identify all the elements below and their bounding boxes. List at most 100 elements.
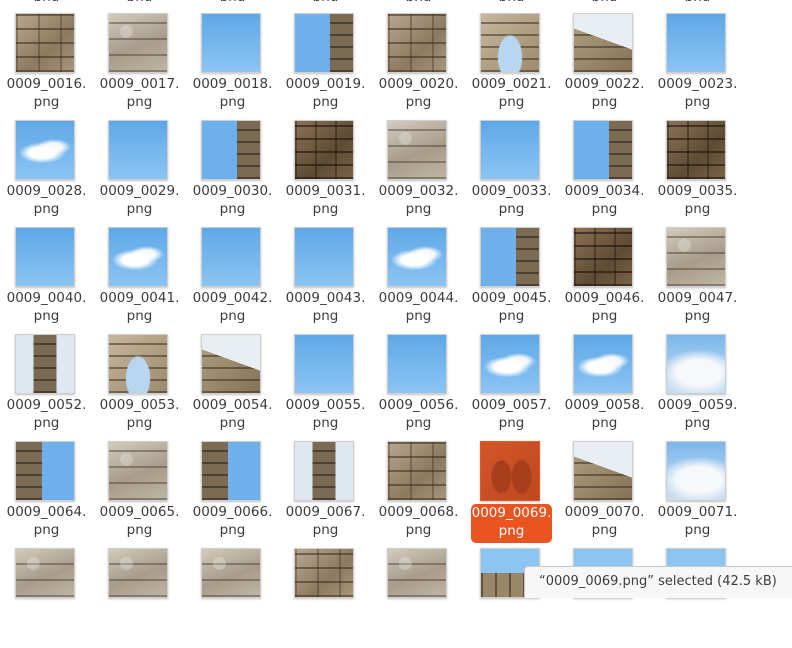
file-item[interactable]: 0009_0019. png: [279, 13, 372, 113]
file-item[interactable]: 0009_0057. png: [465, 334, 558, 434]
file-item[interactable]: 0009_0020. png: [372, 13, 465, 113]
file-item[interactable]: 0009_0059. png: [651, 334, 744, 434]
file-item[interactable]: 0009_0021. png: [465, 13, 558, 113]
file-item[interactable]: 0009_0041. png: [93, 227, 186, 327]
file-item[interactable]: 0009_0034. png: [558, 120, 651, 220]
file-item[interactable]: [558, 548, 651, 648]
file-name-label: 0009_0035. png: [657, 183, 738, 217]
file-item[interactable]: 0009_0056. png: [372, 334, 465, 434]
image-thumbnail: [573, 227, 633, 287]
file-item[interactable]: 0009_0046. png: [558, 227, 651, 327]
image-thumbnail: [480, 334, 540, 394]
file-item[interactable]: 0009_0032. png: [372, 120, 465, 220]
file-name-label: 0009_0054. png: [192, 397, 273, 431]
file-item[interactable]: 0009_0064. png: [0, 441, 93, 541]
file-item[interactable]: [279, 548, 372, 648]
file-item[interactable]: 0009_0069. png: [465, 441, 558, 543]
file-name-label: 0009_0033. png: [471, 183, 552, 217]
file-item[interactable]: [0, 548, 93, 648]
selection-status-text: “0009_0069.png” selected (42.5 kB): [539, 574, 777, 589]
file-item[interactable]: 0009_0023. png: [651, 13, 744, 113]
file-name-label: 0009_0041. png: [99, 290, 180, 324]
file-name-label: 0009_0056. png: [378, 397, 459, 431]
image-thumbnail: [666, 13, 726, 73]
file-label-partial: png: [651, 0, 744, 1]
file-item[interactable]: 0009_0058. png: [558, 334, 651, 434]
image-thumbnail: [294, 441, 354, 501]
file-name-label: 0009_0044. png: [378, 290, 459, 324]
file-name-label: 0009_0058. png: [564, 397, 645, 431]
file-name-label: 0009_0040. png: [6, 290, 87, 324]
file-name-label: 0009_0030. png: [192, 183, 273, 217]
file-item[interactable]: 0009_0071. png: [651, 441, 744, 541]
file-item[interactable]: [186, 548, 279, 648]
file-item[interactable]: 0009_0052. png: [0, 334, 93, 434]
image-thumbnail: [201, 334, 261, 394]
image-thumbnail: [573, 441, 633, 501]
image-thumbnail: [294, 548, 354, 598]
file-item[interactable]: 0009_0054. png: [186, 334, 279, 434]
file-item[interactable]: 0009_0042. png: [186, 227, 279, 327]
file-name-label: 0009_0034. png: [564, 183, 645, 217]
image-thumbnail: [108, 13, 168, 73]
image-thumbnail: [666, 227, 726, 287]
file-name-label: 0009_0046. png: [564, 290, 645, 324]
file-item[interactable]: 0009_0030. png: [186, 120, 279, 220]
image-thumbnail: [108, 227, 168, 287]
file-item[interactable]: 0009_0022. png: [558, 13, 651, 113]
file-item[interactable]: 0009_0067. png: [279, 441, 372, 541]
file-item[interactable]: 0009_0035. png: [651, 120, 744, 220]
image-thumbnail: [201, 441, 261, 501]
file-item[interactable]: 0009_0018. png: [186, 13, 279, 113]
image-thumbnail: [387, 120, 447, 180]
file-name-label: 0009_0022. png: [564, 76, 645, 110]
image-thumbnail: [15, 441, 75, 501]
file-item[interactable]: 0009_0028. png: [0, 120, 93, 220]
file-item[interactable]: 0009_0033. png: [465, 120, 558, 220]
file-name-label: 0009_0023. png: [657, 76, 738, 110]
file-label-partial: png: [558, 0, 651, 1]
image-thumbnail: [387, 548, 447, 598]
image-thumbnail: [201, 13, 261, 73]
file-name-label: 0009_0055. png: [285, 397, 366, 431]
status-tooltip: “0009_0069.png” selected (42.5 kB): [524, 566, 792, 598]
file-item[interactable]: 0009_0044. png: [372, 227, 465, 327]
file-item[interactable]: [93, 548, 186, 648]
file-item[interactable]: 0009_0029. png: [93, 120, 186, 220]
image-thumbnail: [480, 441, 540, 501]
file-item[interactable]: [465, 548, 558, 648]
image-thumbnail: [294, 13, 354, 73]
image-thumbnail: [480, 227, 540, 287]
file-name-label: 0009_0020. png: [378, 76, 459, 110]
file-name-label: 0009_0029. png: [99, 183, 180, 217]
file-item[interactable]: 0009_0053. png: [93, 334, 186, 434]
file-item[interactable]: 0009_0016. png: [0, 13, 93, 113]
file-name-label: 0009_0053. png: [99, 397, 180, 431]
image-thumbnail: [480, 13, 540, 73]
file-item[interactable]: 0009_0068. png: [372, 441, 465, 541]
file-item[interactable]: 0009_0040. png: [0, 227, 93, 327]
file-label-partial: png: [186, 0, 279, 1]
file-item[interactable]: 0009_0070. png: [558, 441, 651, 541]
file-name-label: 0009_0021. png: [471, 76, 552, 110]
file-item[interactable]: [372, 548, 465, 648]
file-item[interactable]: 0009_0045. png: [465, 227, 558, 327]
file-name-label: 0009_0016. png: [6, 76, 87, 110]
file-item[interactable]: 0009_0066. png: [186, 441, 279, 541]
image-thumbnail: [387, 13, 447, 73]
file-item[interactable]: 0009_0047. png: [651, 227, 744, 327]
image-thumbnail: [108, 334, 168, 394]
image-thumbnail: [666, 120, 726, 180]
file-name-label: 0009_0064. png: [6, 504, 87, 538]
image-thumbnail: [573, 334, 633, 394]
file-item[interactable]: 0009_0031. png: [279, 120, 372, 220]
file-item[interactable]: [651, 548, 744, 648]
file-name-label: 0009_0019. png: [285, 76, 366, 110]
file-item[interactable]: 0009_0043. png: [279, 227, 372, 327]
file-item[interactable]: 0009_0055. png: [279, 334, 372, 434]
file-name-label: 0009_0043. png: [285, 290, 366, 324]
file-item[interactable]: 0009_0017. png: [93, 13, 186, 113]
file-name-label: 0009_0069. png: [471, 504, 552, 543]
image-thumbnail: [480, 120, 540, 180]
file-item[interactable]: 0009_0065. png: [93, 441, 186, 541]
